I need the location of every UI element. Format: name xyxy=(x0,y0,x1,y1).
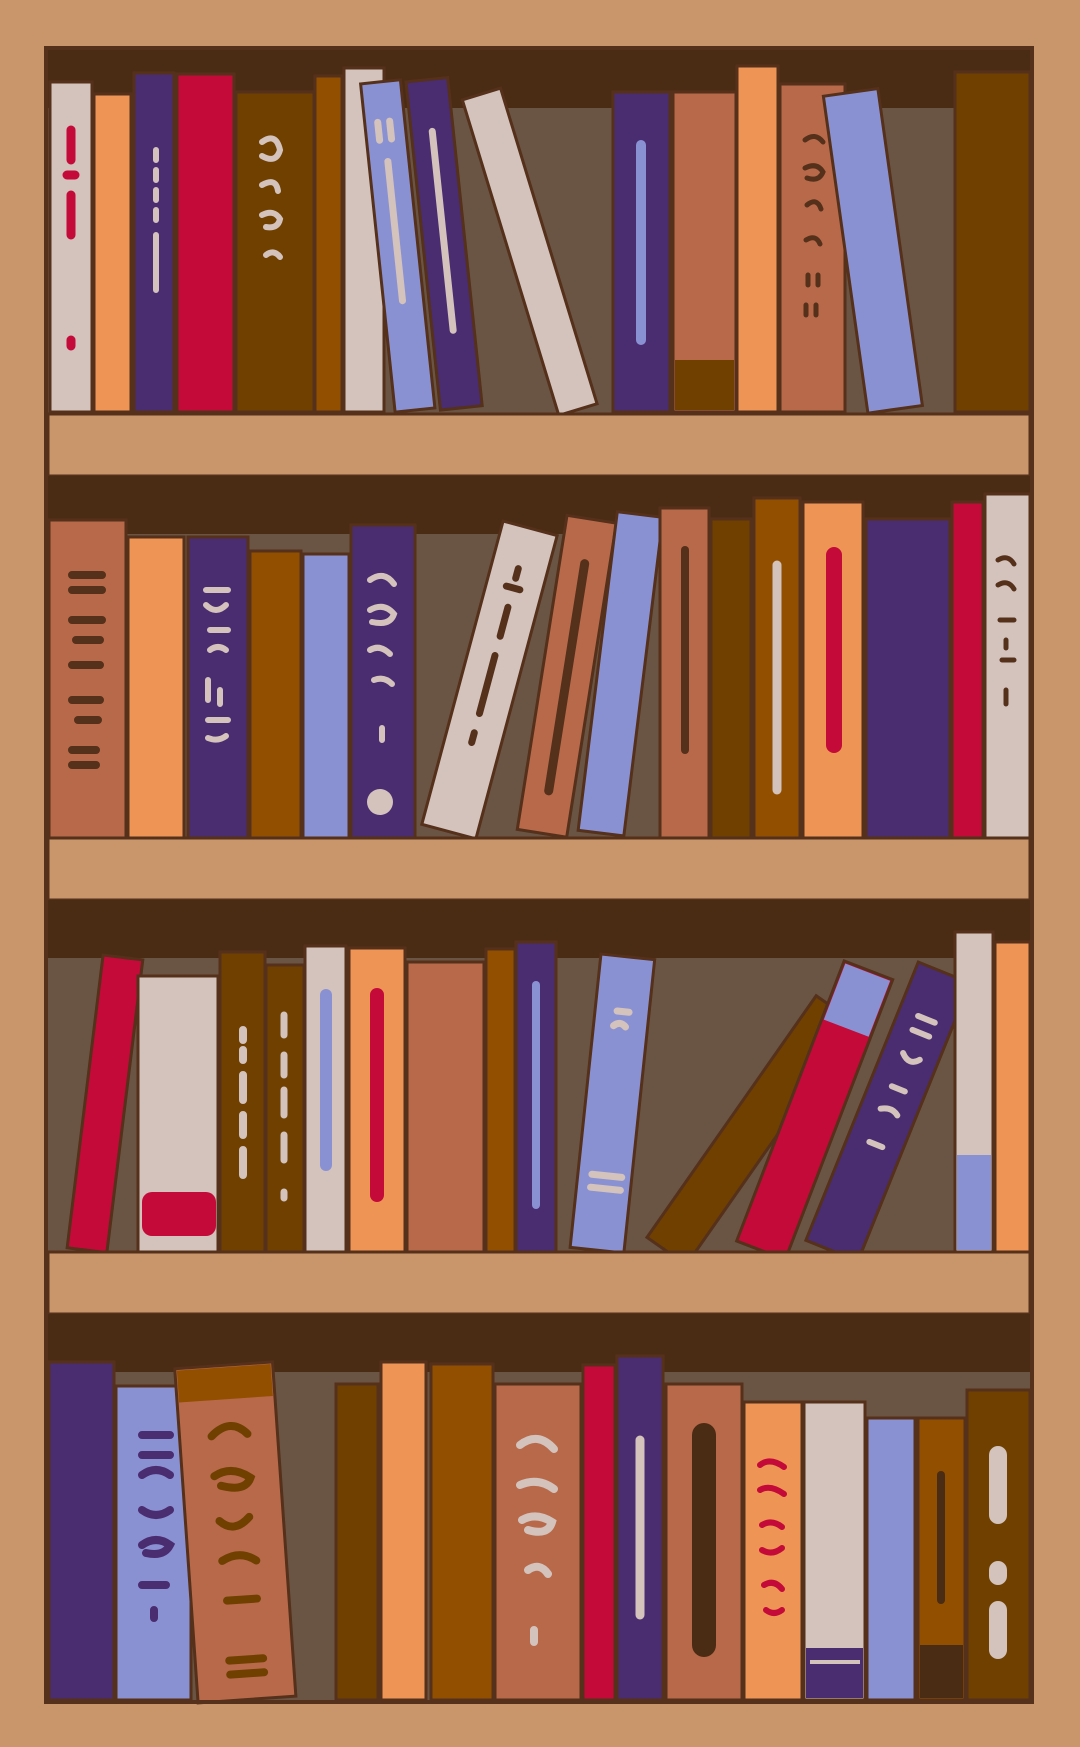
book xyxy=(405,960,486,1254)
book xyxy=(993,940,1032,1254)
book xyxy=(47,1360,116,1702)
book xyxy=(248,549,303,840)
book-band xyxy=(806,1648,863,1698)
book xyxy=(92,92,133,414)
book-spine-dot xyxy=(367,789,393,815)
bookshelf-scene xyxy=(0,0,1080,1747)
shelf-1 xyxy=(46,50,1032,478)
book-band xyxy=(920,1645,963,1698)
book-band xyxy=(675,360,734,410)
book xyxy=(709,517,753,840)
book xyxy=(175,72,236,414)
book xyxy=(581,1363,617,1702)
shelf-3-board xyxy=(46,1250,1032,1316)
book-band xyxy=(957,1155,991,1250)
book xyxy=(301,552,351,840)
book xyxy=(334,1382,380,1702)
bottom-rail xyxy=(48,1700,1030,1704)
book xyxy=(983,492,1032,840)
book xyxy=(429,1362,495,1702)
book-band xyxy=(176,1364,273,1403)
book xyxy=(865,1416,917,1702)
shelf-4-top-shadow xyxy=(48,1314,1030,1372)
book xyxy=(950,500,985,840)
book xyxy=(484,947,517,1254)
book-band xyxy=(142,1192,216,1236)
book xyxy=(493,1382,583,1702)
book xyxy=(864,517,952,840)
book xyxy=(735,64,780,414)
book xyxy=(379,1360,428,1702)
book xyxy=(313,74,344,414)
shelf-2-board xyxy=(46,836,1032,902)
book xyxy=(126,535,186,840)
shelf-2 xyxy=(46,476,1032,902)
book xyxy=(47,518,128,840)
shelf-3 xyxy=(46,900,1032,1316)
shelf-4 xyxy=(47,1314,1032,1705)
book xyxy=(953,70,1032,414)
book xyxy=(186,535,250,840)
shelf-1-board xyxy=(46,412,1032,478)
